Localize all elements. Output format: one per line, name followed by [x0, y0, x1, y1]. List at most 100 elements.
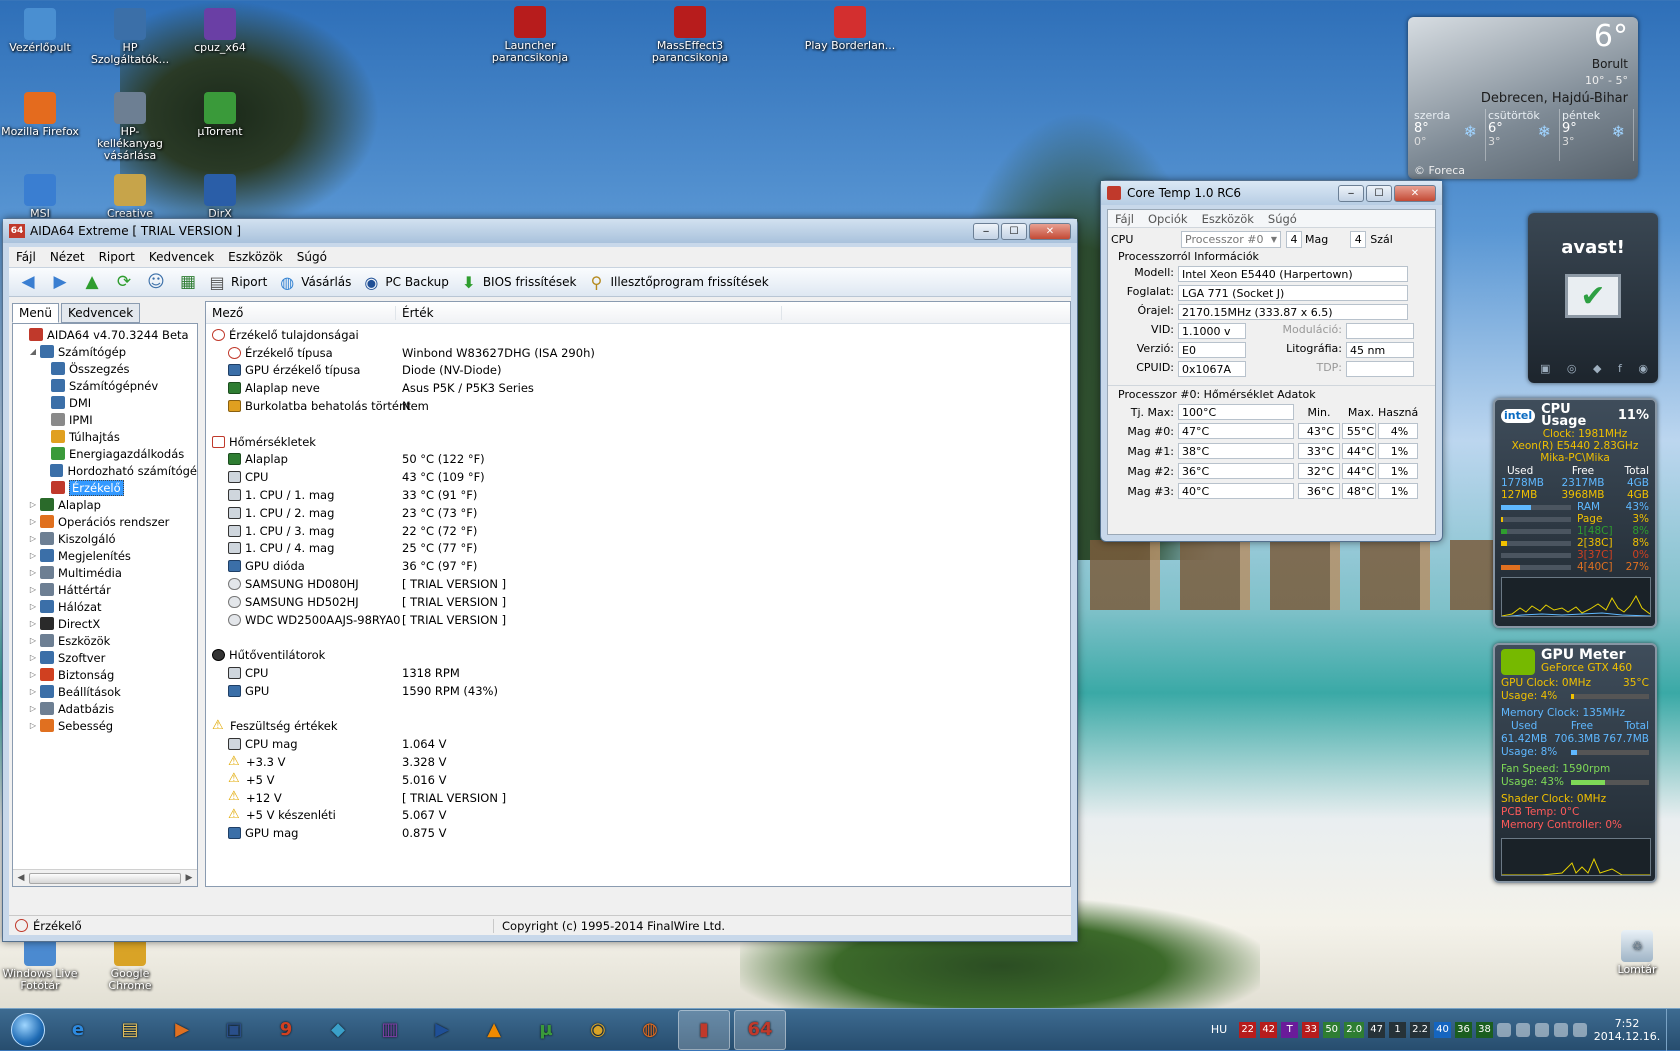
table-row[interactable]: CPU 43 °C (109 °F) [212, 468, 1070, 486]
desktop-icon-launcher-parancsikonja[interactable]: Launcher parancsikonja [480, 6, 580, 64]
weather-gadget[interactable]: 6° Borult 10° - 5° Debrecen, Hajdú-Bihar… [1408, 17, 1638, 179]
group-row[interactable]: Érzékelő tulajdonságai [212, 326, 1070, 344]
menu-sugo[interactable]: Súgó [1261, 212, 1304, 226]
table-row[interactable]: CPU 1318 RPM [212, 664, 1070, 682]
tab-kedvencek[interactable]: Kedvencek [60, 303, 141, 323]
desktop-icon-vezerlopult[interactable]: Vezérlőpult [0, 8, 80, 54]
tree-item-szamitogepnev[interactable]: Számítógépnév [13, 377, 197, 394]
clock[interactable]: 7:52 2014.12.16. [1592, 1017, 1662, 1043]
tree-item-szoftver[interactable]: ▷ Szoftver [13, 649, 197, 666]
table-row[interactable]: CPU mag 1.064 V [212, 735, 1070, 753]
desktop-icon-windows-live-fototar[interactable]: Windows Live Fotótár [0, 934, 80, 992]
tray-indicator[interactable]: 40 [1434, 1021, 1451, 1038]
aida64-titlebar[interactable]: 64 AIDA64 Extreme [ TRIAL VERSION ] ‒ ☐ … [3, 219, 1077, 243]
group-row[interactable]: Hűtőventilátorok [212, 646, 1070, 664]
tree-item-sebesseg[interactable]: ▷ Sebesség [13, 717, 197, 734]
coretemp-window[interactable]: Core Temp 1.0 RC6 ‒ ☐ ✕ Fájl Opciók Eszköz… [1100, 180, 1443, 542]
minimize-button[interactable]: ‒ [973, 222, 999, 240]
expand-toggle-icon[interactable]: ▷ [28, 670, 38, 679]
tree-item-hattertar[interactable]: ▷ Háttértár [13, 581, 197, 598]
desktop-icon-msi[interactable]: MSI [0, 174, 80, 220]
chart-button[interactable]: ▦ [175, 272, 201, 292]
forward-button[interactable]: ▶ [47, 272, 73, 292]
table-row[interactable]: ⚠ +5 V 5.016 V [212, 771, 1070, 789]
table-row[interactable]: Alaplap neve Asus P5K / P5K3 Series [212, 379, 1070, 397]
minimize-button[interactable]: ‒ [1338, 184, 1364, 202]
menu-nezet[interactable]: Nézet [43, 250, 92, 264]
col-field[interactable]: Mező [206, 305, 396, 320]
explorer-taskbar-button[interactable]: ▤ [104, 1010, 156, 1050]
bios-frissitesek-button[interactable]: ⬇ BIOS frissítések [459, 272, 576, 292]
menu-opciok[interactable]: Opciók [1141, 212, 1195, 226]
avast-gadget[interactable]: avast! ✔ ▣ ◎ ◆ f ◉ [1528, 213, 1658, 383]
show-desktop-button[interactable] [1666, 1008, 1680, 1051]
coretemp-titlebar[interactable]: Core Temp 1.0 RC6 ‒ ☐ ✕ [1101, 181, 1442, 205]
vpn-taskbar-button[interactable]: ◆ [312, 1010, 364, 1050]
table-row[interactable]: SAMSUNG HD080HJ [ TRIAL VERSION ] [212, 575, 1070, 593]
volume-tray-icon[interactable] [1573, 1022, 1587, 1037]
tree-item-eszkozok[interactable]: ▷ Eszközök [13, 632, 197, 649]
ie-taskbar-button[interactable]: e [52, 1010, 104, 1050]
tray-indicator[interactable]: 2.2 [1410, 1021, 1430, 1038]
menu-eszkozok[interactable]: Eszközök [1195, 212, 1261, 226]
aida64-taskbar-taskbar-button[interactable]: 64 [734, 1009, 786, 1050]
expand-toggle-icon[interactable]: ▷ [28, 568, 38, 577]
maximize-button[interactable]: ☐ [1001, 222, 1027, 240]
chrome-taskbar-button[interactable]: ◉ [572, 1010, 624, 1050]
navigation-tree[interactable]: AIDA64 v4.70.3244 Beta ◢ Számítógép Összegz… [12, 323, 198, 887]
close-button[interactable]: ✕ [1394, 184, 1436, 202]
close-button[interactable]: ✕ [1029, 222, 1071, 240]
menu-eszkozok[interactable]: Eszközök [221, 250, 290, 264]
tree-item-beallitasok[interactable]: ▷ Beállítások [13, 683, 197, 700]
cpu-usage-gadget[interactable]: intel CPU Usage 11% Clock: 1981MHz Xeon(… [1493, 398, 1657, 628]
desktop-icon-creative[interactable]: Creative [90, 174, 170, 220]
tray-indicator[interactable]: 22 [1239, 1021, 1257, 1038]
tree-item-ipmi[interactable]: IPMI [13, 411, 197, 428]
shield-tray-icon[interactable] [1516, 1022, 1530, 1037]
table-row[interactable]: ⚠ +3.3 V 3.328 V [212, 753, 1070, 771]
tree-item-erzekelo[interactable]: Érzékelő [13, 479, 197, 496]
game-9-taskbar-button[interactable]: 9 [260, 1010, 312, 1050]
tree-item-megjelenites[interactable]: ▷ Megjelenítés [13, 547, 197, 564]
coretemp-taskbar-taskbar-button[interactable]: ▮ [678, 1009, 730, 1050]
tray-indicator[interactable]: 38 [1476, 1021, 1493, 1038]
table-row[interactable]: 1. CPU / 4. mag 25 °C (77 °F) [212, 540, 1070, 558]
expand-toggle-icon[interactable]: ▷ [28, 653, 38, 662]
desktop-icon-cpuz-x64[interactable]: cpuz_x64 [180, 8, 260, 54]
gpu-meter-gadget[interactable]: GPU Meter GeForce GTX 460 GPU Clock: 0MHz… [1493, 643, 1657, 883]
tree-item-multimedia[interactable]: ▷ Multimédia [13, 564, 197, 581]
table-row[interactable]: 1. CPU / 3. mag 22 °C (72 °F) [212, 522, 1070, 540]
tree-item-directx[interactable]: ▷ DirectX [13, 615, 197, 632]
tree-item-osszegzes[interactable]: Összegzés [13, 360, 197, 377]
desktop-icon-play-borderlan[interactable]: Play Borderlan... [800, 6, 900, 52]
desktop-icon-recycle-bin[interactable]: ♲ Lomtár [1602, 930, 1672, 976]
table-row[interactable]: GPU 1590 RPM (43%) [212, 682, 1070, 700]
illesztoprogram-frissitesek-button[interactable]: ⚲ Illesztőprogram frissítések [586, 272, 769, 292]
maximize-button[interactable]: ☐ [1366, 184, 1392, 202]
expand-toggle-icon[interactable]: ▷ [28, 636, 38, 645]
tray-indicator[interactable]: 42 [1260, 1021, 1278, 1038]
back-button[interactable]: ◀ [15, 272, 41, 292]
expand-toggle-icon[interactable]: ▷ [28, 602, 38, 611]
table-row[interactable]: WDC WD2500AAJS-98RYA0[ TRIAL VERSION ] [212, 611, 1070, 629]
table-row[interactable]: GPU dióda 36 °C (97 °F) [212, 557, 1070, 575]
table-row[interactable]: Érzékelő típusa Winbond W83627DHG (ISA 29… [212, 344, 1070, 362]
expand-toggle-icon[interactable]: ▷ [28, 517, 38, 526]
tree-hscrollbar[interactable]: ◀ ▶ [13, 869, 197, 886]
tray-indicator[interactable]: 33 [1302, 1021, 1320, 1038]
tray-indicator[interactable]: 50 [1323, 1021, 1341, 1038]
tray-indicator[interactable]: 2.0 [1344, 1021, 1365, 1038]
menu-kedvencek[interactable]: Kedvencek [142, 250, 221, 264]
table-row[interactable]: GPU mag 0.875 V [212, 824, 1070, 842]
desktop-icon-masseffect3-parancsikonja[interactable]: MassEffect3 parancsikonja [640, 6, 740, 64]
desktop-icon-dirx[interactable]: DirX [180, 174, 260, 220]
table-row[interactable]: SAMSUNG HD502HJ [ TRIAL VERSION ] [212, 593, 1070, 611]
expand-toggle-icon[interactable]: ▷ [28, 704, 38, 713]
vasarlas-button[interactable]: ◍ Vásárlás [277, 272, 351, 292]
aida64-window[interactable]: 64 AIDA64 Extreme [ TRIAL VERSION ] ‒ ☐ … [2, 218, 1078, 942]
tray-indicator[interactable]: T [1281, 1021, 1299, 1038]
menu-fajl[interactable]: Fájl [9, 250, 43, 264]
desktop-icon-hp-szolgaltatok[interactable]: HP Szolgáltatók... [90, 8, 170, 66]
menu-sugo[interactable]: Súgó [290, 250, 334, 264]
utorrent-tray-icon[interactable] [1497, 1022, 1511, 1037]
